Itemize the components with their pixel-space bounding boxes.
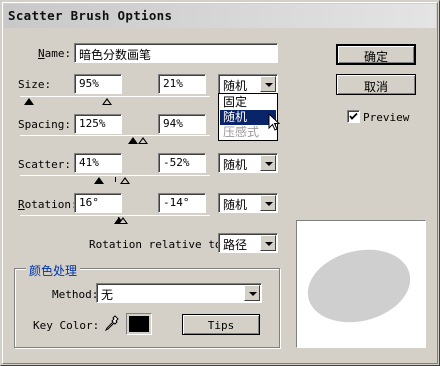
preview-panel [296, 220, 426, 348]
rotation-relative-select[interactable]: 路径 [218, 233, 278, 253]
dropdown-option-fixed[interactable]: 固定 [220, 95, 276, 110]
spacing-slider[interactable] [20, 134, 210, 144]
preview-label[interactable]: Preview [363, 111, 409, 124]
size-mode-select[interactable]: 随机 [218, 74, 278, 94]
size-max-value: 21% [163, 77, 183, 90]
size-max-thumb[interactable] [102, 98, 112, 105]
tips-button-label: Tips [207, 319, 235, 332]
size-min-value: 95% [79, 77, 99, 90]
colorization-group-title: 颜色处理 [26, 262, 81, 279]
size-label: Size: [18, 78, 52, 91]
rotation-max-thumb[interactable] [118, 217, 128, 224]
rotation-mode-value: 随机 [223, 198, 248, 212]
ok-button-label: 确定 [363, 50, 388, 64]
spacing-max-field[interactable]: 94% [158, 114, 206, 134]
size-mode-value: 随机 [223, 79, 248, 93]
scatter-max-thumb[interactable] [120, 177, 130, 184]
name-label-rest: ame: [44, 47, 72, 60]
size-slider[interactable] [20, 95, 210, 105]
scatter-min-value: 41% [79, 156, 99, 169]
rotation-slider[interactable] [20, 214, 210, 224]
rotation-max-value: -14° [163, 196, 190, 209]
scatter-min-field[interactable]: 41% [74, 153, 122, 173]
rotation-relative-value: 路径 [223, 238, 248, 252]
cancel-button[interactable]: 取消 [336, 74, 416, 95]
size-max-field[interactable]: 21% [158, 74, 206, 94]
scatter-max-field[interactable]: -52% [158, 153, 206, 173]
scatter-mode-value: 随机 [223, 158, 248, 172]
spacing-min-field[interactable]: 125% [74, 114, 122, 134]
ok-button[interactable]: 确定 [336, 44, 416, 65]
key-color-label: Key Color: [33, 319, 100, 332]
name-label: Name: [38, 47, 72, 60]
chevron-down-icon[interactable] [260, 76, 276, 92]
key-color-swatch[interactable] [126, 313, 152, 335]
cancel-button-label: 取消 [363, 80, 388, 94]
scatter-slider[interactable] [20, 174, 210, 184]
spacing-label: Spacing: [18, 118, 71, 131]
scatter-label: Scatter: [18, 158, 71, 171]
brush-stroke-preview [307, 249, 411, 323]
preview-checkbox[interactable] [347, 110, 360, 123]
rotation-min-field[interactable]: 16° [74, 193, 122, 213]
window-title: Scatter Brush Options [8, 8, 173, 23]
chevron-down-icon[interactable] [260, 235, 276, 251]
method-value: 无 [101, 288, 114, 302]
method-label: Method: [52, 288, 99, 301]
colorization-group [14, 268, 280, 348]
size-min-field[interactable]: 95% [74, 74, 122, 94]
title-bar[interactable]: Scatter Brush Options [4, 4, 436, 28]
spacing-min-thumb[interactable] [128, 137, 138, 144]
size-min-thumb[interactable] [24, 98, 34, 105]
scatter-min-thumb[interactable] [94, 177, 104, 184]
mouse-cursor-icon [268, 112, 281, 135]
tips-button[interactable]: Tips [182, 314, 260, 335]
scatter-max-value: -52% [163, 156, 190, 169]
scatter-mode-select[interactable]: 随机 [218, 153, 278, 173]
key-color-fill [129, 316, 149, 332]
rotation-mode-select[interactable]: 随机 [218, 193, 278, 213]
rotation-relative-label: Rotation relative to: [89, 238, 229, 251]
rotation-max-field[interactable]: -14° [158, 193, 206, 213]
spacing-max-value: 94% [163, 117, 183, 130]
chevron-down-icon[interactable] [260, 195, 276, 211]
rotation-label: Rotation: [18, 198, 78, 211]
name-value: 暗色分数画笔 [79, 48, 152, 62]
name-field[interactable]: 暗色分数画笔 [74, 43, 278, 63]
checkmark-icon [349, 112, 358, 120]
rotation-min-value: 16° [79, 196, 99, 209]
spacing-min-value: 125% [79, 117, 106, 130]
chevron-down-icon[interactable] [244, 285, 260, 301]
spacing-max-thumb[interactable] [138, 137, 148, 144]
method-select[interactable]: 无 [96, 283, 262, 303]
eyedropper-icon[interactable] [104, 314, 120, 335]
chevron-down-icon[interactable] [260, 155, 276, 171]
scatter-center-tick [115, 177, 116, 182]
